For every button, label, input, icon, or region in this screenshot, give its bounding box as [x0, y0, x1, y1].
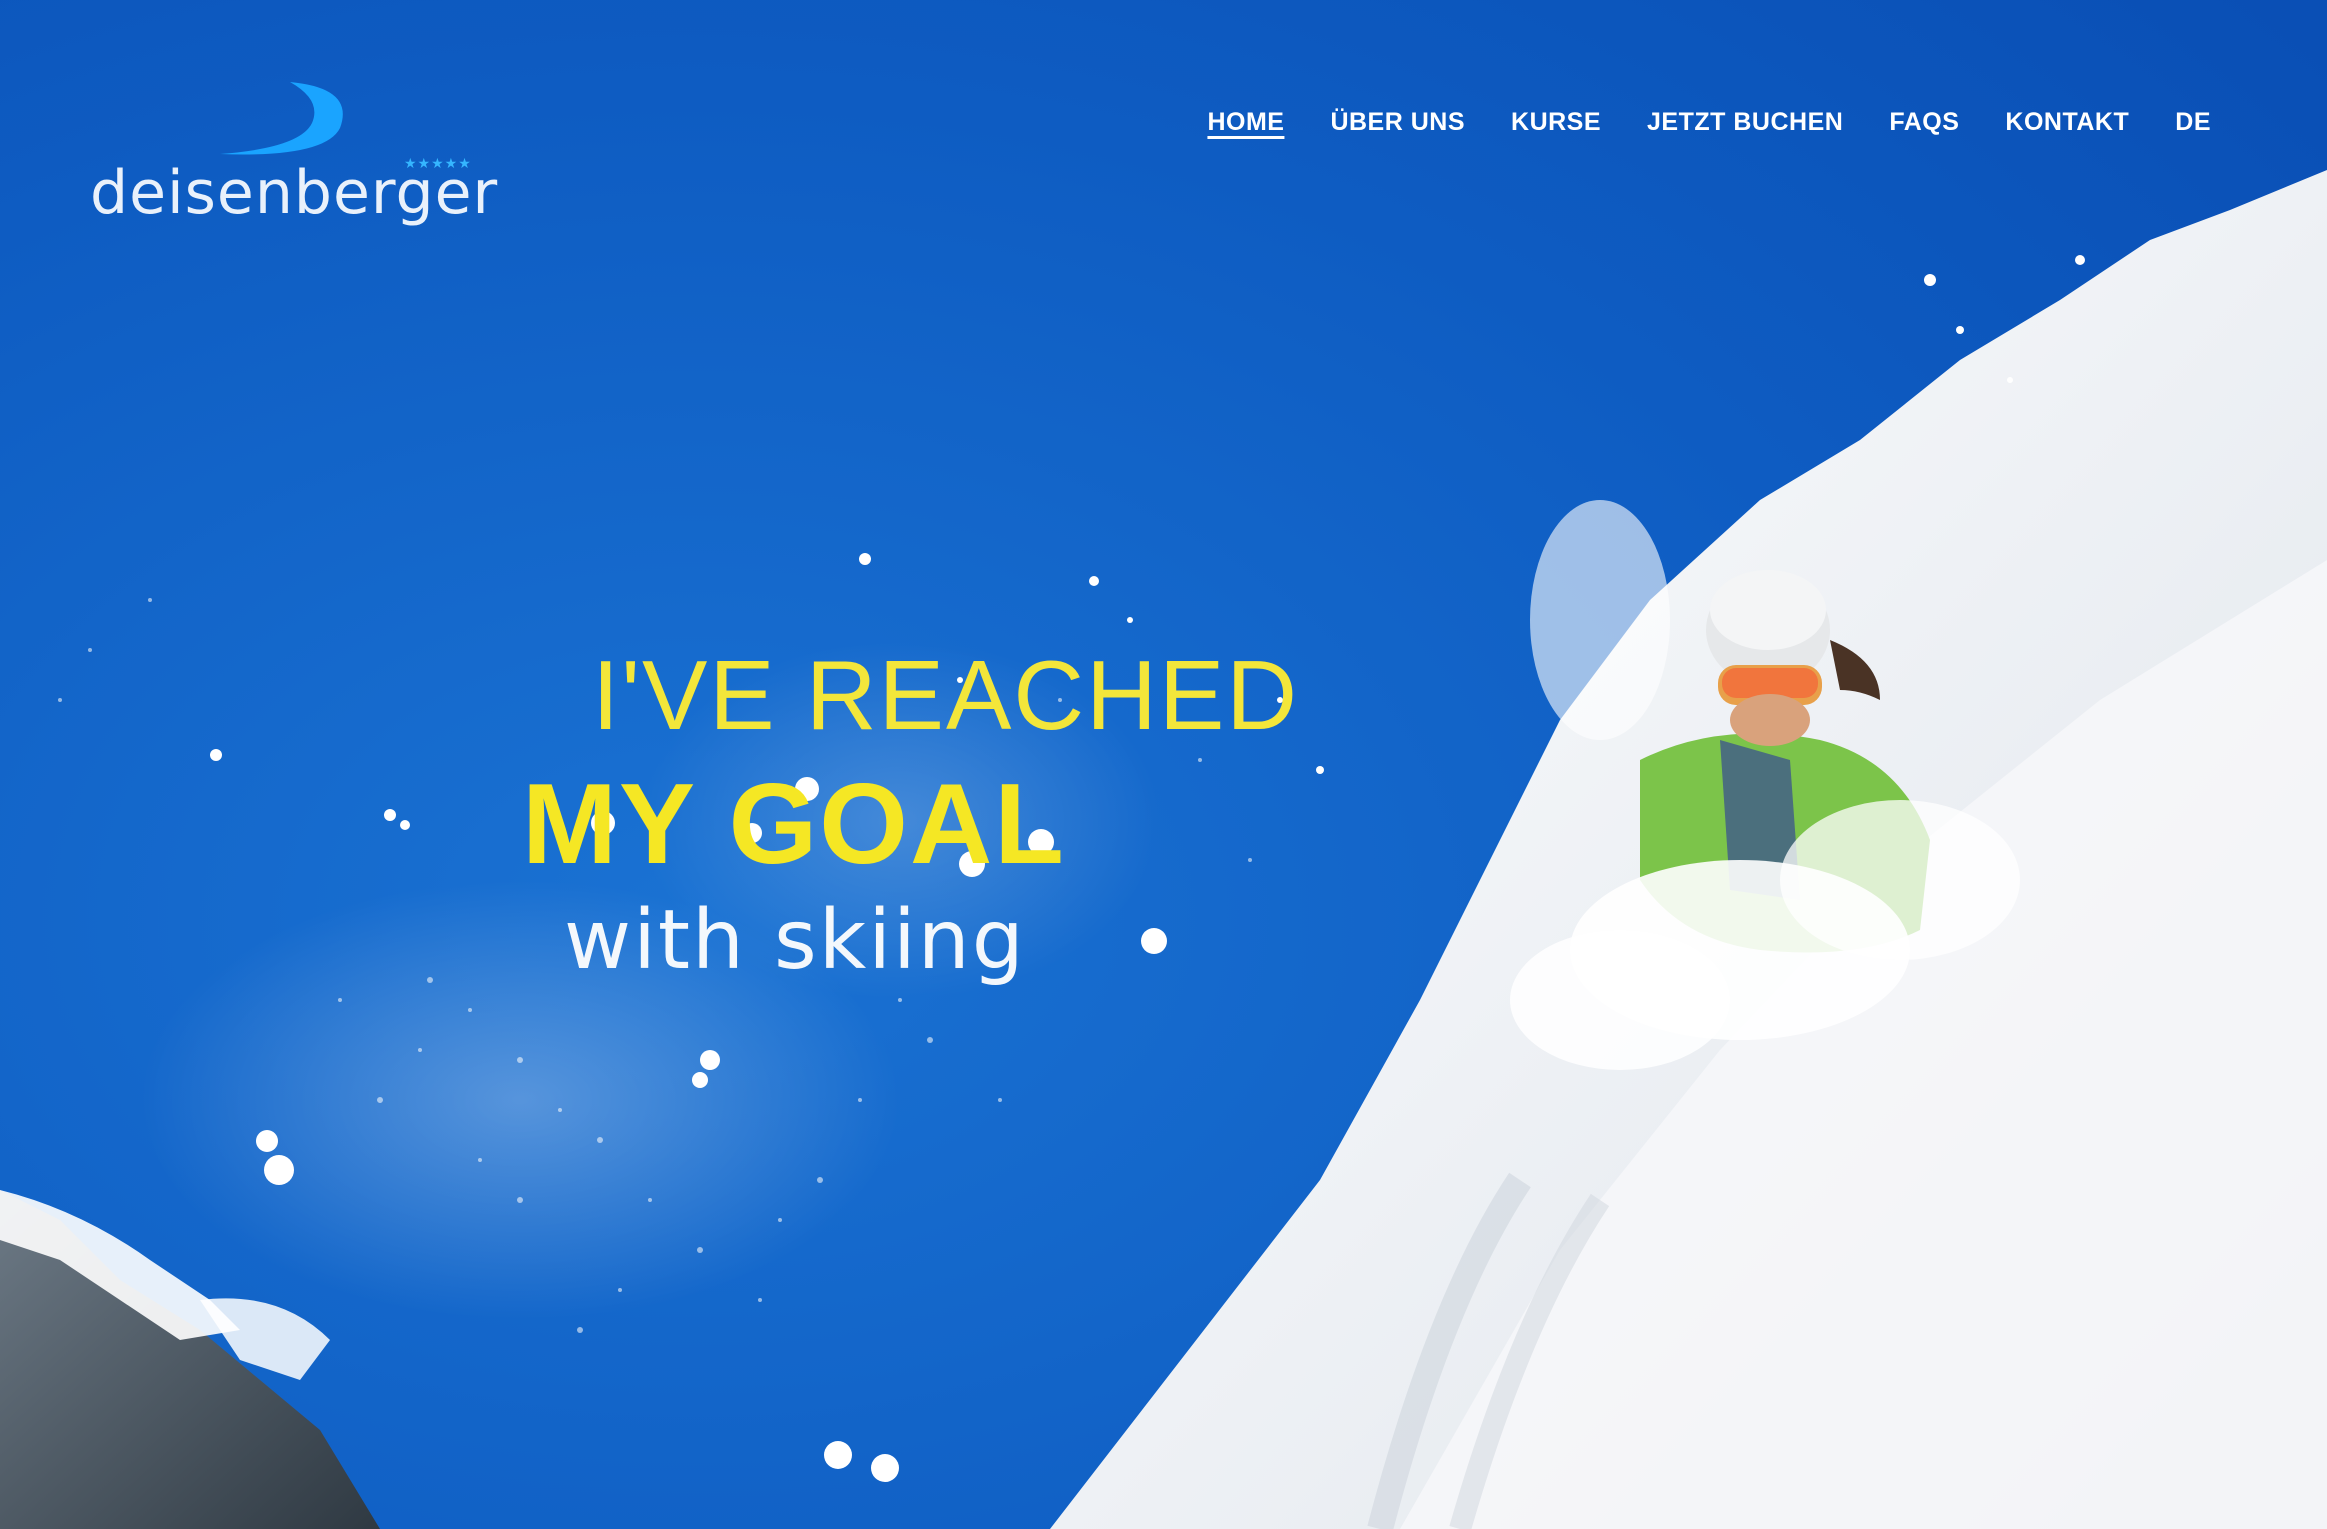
- brand-logo[interactable]: ★★★★★ deisenberger: [90, 78, 497, 228]
- main-navigation: HOME ÜBER UNS KURSE JETZT BUCHEN FAQS KO…: [1161, 108, 2211, 137]
- nav-item-home[interactable]: HOME: [1207, 108, 1284, 137]
- nav-item-kurse[interactable]: KURSE: [1511, 108, 1601, 137]
- brand-name: deisenberger: [90, 158, 499, 228]
- nav-item-faqs[interactable]: FAQS: [1889, 108, 1959, 137]
- nav-item-jetzt-buchen[interactable]: JETZT BUCHEN: [1647, 108, 1843, 137]
- nav-item-kontakt[interactable]: KONTAKT: [2005, 108, 2129, 137]
- language-switcher[interactable]: DE: [2175, 108, 2211, 137]
- hero-background-image: [0, 0, 2327, 1529]
- nav-item-ueber-uns[interactable]: ÜBER UNS: [1330, 108, 1465, 137]
- hero-section: ★★★★★ deisenberger HOME ÜBER UNS KURSE J…: [0, 0, 2327, 1529]
